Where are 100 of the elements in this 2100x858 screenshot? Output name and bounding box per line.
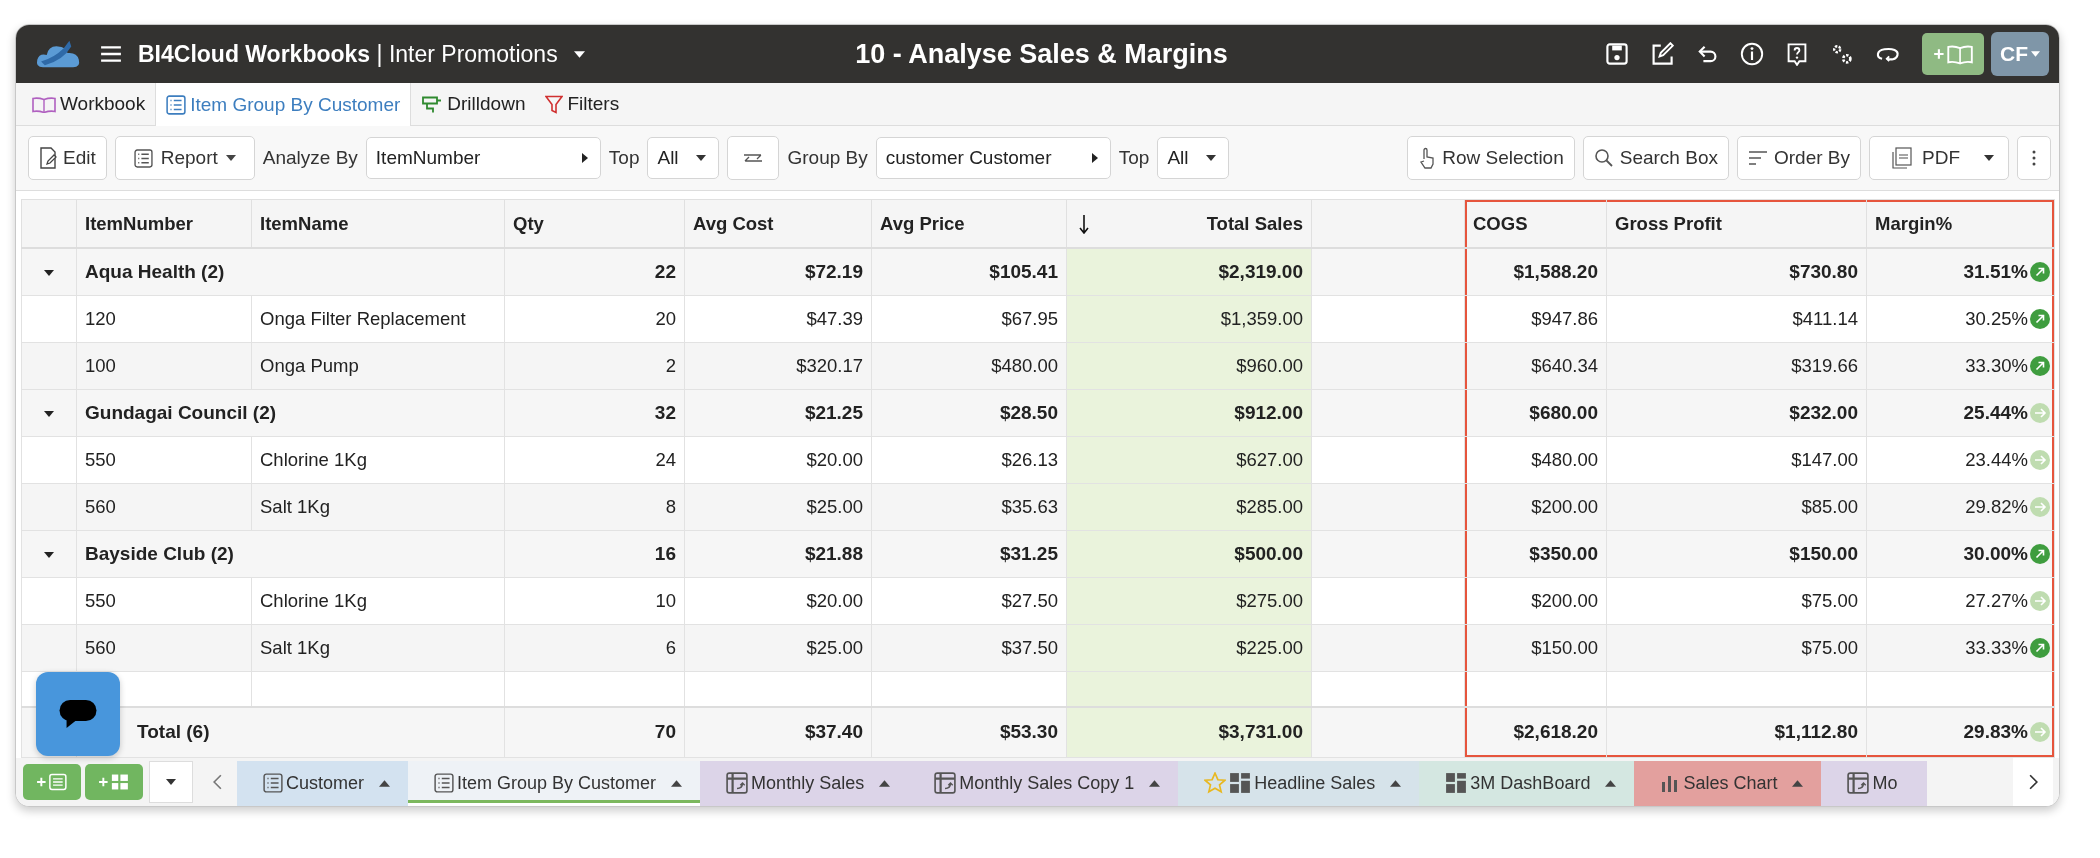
view-tab[interactable]: Filters [535, 83, 630, 125]
table-cell: 6 [665, 636, 676, 659]
order-by-button[interactable]: Order By [1736, 136, 1861, 180]
sheet-tab[interactable]: Monthly Sales [700, 760, 909, 806]
top-select[interactable]: All [647, 137, 720, 179]
table-cell: $947.86 [1531, 307, 1598, 330]
sheet-tab[interactable]: Mo [1821, 760, 1928, 806]
table-cell: $200.00 [1531, 495, 1598, 518]
expand-caret-icon[interactable] [44, 408, 54, 419]
sheet-tab[interactable]: Headline Sales [1178, 760, 1420, 806]
table-cell: $320.17 [796, 354, 863, 377]
dashboard-grid-icon [1229, 772, 1252, 794]
group-by-select[interactable]: customer Customer [875, 137, 1111, 179]
edit-button[interactable]: Edit [28, 136, 107, 180]
table-cell: 23.44% [1965, 448, 2028, 471]
swap-button[interactable] [727, 136, 780, 180]
table-cell: $37.40 [804, 721, 863, 744]
table-cell: 560 [85, 495, 116, 518]
row-selection-button[interactable]: Row Selection [1407, 136, 1575, 180]
caret-icon [166, 778, 176, 785]
table-cell: $232.00 [1789, 401, 1858, 424]
report-title: 10 - Analyse Sales & Margins [855, 38, 1228, 70]
filter-icon [545, 94, 564, 114]
table-cell: $200.00 [1531, 589, 1598, 612]
table-cell: $21.88 [804, 542, 863, 565]
settings-icon[interactable] [1830, 42, 1854, 66]
table-cell: $35.63 [1001, 495, 1058, 518]
group-label: Bayside Club (2) [85, 542, 234, 564]
column-header[interactable]: Gross Profit [1606, 199, 1867, 248]
analyze-by-select[interactable]: ItemNumber [365, 137, 601, 179]
column-header[interactable]: ItemName [251, 199, 505, 248]
table-cell: $67.95 [1001, 307, 1058, 330]
caret-up-icon [1149, 779, 1161, 787]
column-header[interactable]: Avg Price [871, 199, 1067, 248]
table-cell: $350.00 [1529, 542, 1598, 565]
sheet-tab[interactable]: Item Group By Customer [408, 760, 701, 806]
column-header[interactable]: Total Sales [1066, 199, 1312, 248]
total-label: Total (6) [137, 721, 210, 743]
sort-lines-icon [1747, 150, 1768, 166]
table-cell: $1,359.00 [1220, 307, 1303, 330]
top-select[interactable]: All [1157, 137, 1230, 179]
list-icon [263, 773, 283, 793]
table-cell: $285.00 [1236, 495, 1303, 518]
table-cell: Chlorine 1Kg [260, 589, 367, 612]
view-tab[interactable]: Workbook [22, 83, 156, 125]
sort-descending-icon [1079, 213, 1089, 234]
caret-up-icon [379, 779, 391, 787]
star-icon [1204, 772, 1227, 794]
search-box-button[interactable]: Search Box [1582, 136, 1729, 180]
caret-up-icon [1792, 779, 1804, 787]
analyze-by-label: Analyze By [262, 147, 358, 169]
table-cell: 27.27% [1965, 589, 2028, 612]
sheet-tab[interactable]: Sales Chart [1634, 760, 1822, 806]
column-header[interactable]: Qty [504, 199, 685, 248]
sheet-tab[interactable]: Monthly Sales Copy 1 [908, 760, 1179, 806]
table-cell: $75.00 [1801, 589, 1858, 612]
table-cell: $2,319.00 [1218, 260, 1303, 283]
edit-icon[interactable] [1650, 42, 1674, 66]
table-cell: $480.00 [1531, 448, 1598, 471]
table-cell: $31.25 [999, 542, 1058, 565]
table-cell: 100 [85, 354, 116, 377]
expand-caret-icon[interactable] [44, 267, 54, 278]
list-icon [133, 148, 153, 168]
info-icon[interactable] [1740, 42, 1764, 66]
table-cell: 8 [665, 495, 676, 518]
column-header[interactable]: COGS [1464, 199, 1607, 248]
table-cell: $20.00 [806, 448, 863, 471]
expand-caret-icon[interactable] [44, 549, 54, 560]
document-stack-icon [1892, 147, 1912, 169]
book-icon [32, 95, 56, 113]
chat-button[interactable] [36, 671, 120, 756]
save-icon[interactable] [1605, 42, 1629, 66]
table-cell: 22 [654, 260, 676, 283]
table-cell: 29.83% [1963, 721, 2028, 744]
sheet-tab[interactable]: Customer [237, 760, 409, 806]
pdf-dropdown[interactable]: PDF [1869, 136, 2009, 180]
menu-icon[interactable] [100, 45, 122, 63]
table-cell: $1,112.80 [1774, 721, 1858, 744]
table-cell: $3,731.00 [1218, 721, 1303, 744]
table-cell: 32 [654, 401, 676, 424]
table-cell: $411.14 [1792, 307, 1858, 330]
report-dropdown[interactable]: Report [114, 136, 255, 180]
view-tab[interactable]: Item Group By Customer [155, 83, 412, 126]
table-cell: $37.50 [1001, 636, 1058, 659]
column-header[interactable]: ItemNumber [76, 199, 252, 248]
table-cell: $960.00 [1236, 354, 1303, 377]
caret-icon[interactable] [573, 50, 585, 58]
table-cell: 24 [655, 448, 676, 471]
workspace-name[interactable]: BI4Cloud Workbooks | Inter Promotions [138, 40, 558, 68]
help-icon[interactable] [1785, 42, 1809, 66]
column-header[interactable]: Margin% [1866, 199, 2055, 248]
caret-icon [1091, 153, 1098, 163]
view-tab[interactable]: Drilldown [411, 83, 536, 125]
column-header[interactable]: Avg Cost [684, 199, 872, 248]
table-cell: 20 [655, 307, 676, 330]
dashboard-grid-icon [1445, 772, 1468, 794]
table-cell: $53.30 [999, 721, 1058, 744]
sheet-tab[interactable]: 3M DashBoard [1419, 760, 1635, 806]
caret-up-icon [1605, 779, 1617, 787]
chevron-right-icon [2028, 773, 2038, 790]
